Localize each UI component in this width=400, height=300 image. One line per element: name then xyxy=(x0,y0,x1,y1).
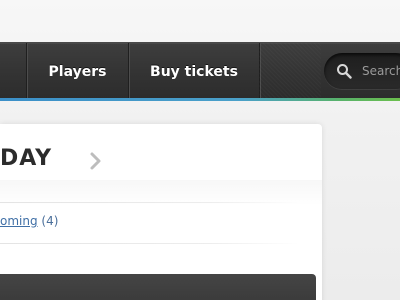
search-icon[interactable] xyxy=(336,63,352,79)
dark-panel xyxy=(0,274,316,300)
nav-item-players[interactable]: Players xyxy=(27,43,128,99)
nav-accent-line xyxy=(0,98,400,101)
card-divider xyxy=(0,243,300,244)
search-box[interactable] xyxy=(324,53,400,89)
nav-spacer xyxy=(259,43,321,99)
card-title: DAY xyxy=(0,146,53,171)
chevron-right-icon[interactable] xyxy=(88,151,104,171)
nav-item-buy-tickets[interactable]: Buy tickets xyxy=(129,43,259,99)
filter-count: (4) xyxy=(41,214,59,228)
nav-item-previous-partial[interactable] xyxy=(0,43,2,99)
card-divider xyxy=(0,202,300,203)
search-input[interactable] xyxy=(362,61,400,81)
filter-link-upcoming[interactable]: oming xyxy=(0,214,38,228)
filter-row: oming (4) xyxy=(0,214,58,228)
